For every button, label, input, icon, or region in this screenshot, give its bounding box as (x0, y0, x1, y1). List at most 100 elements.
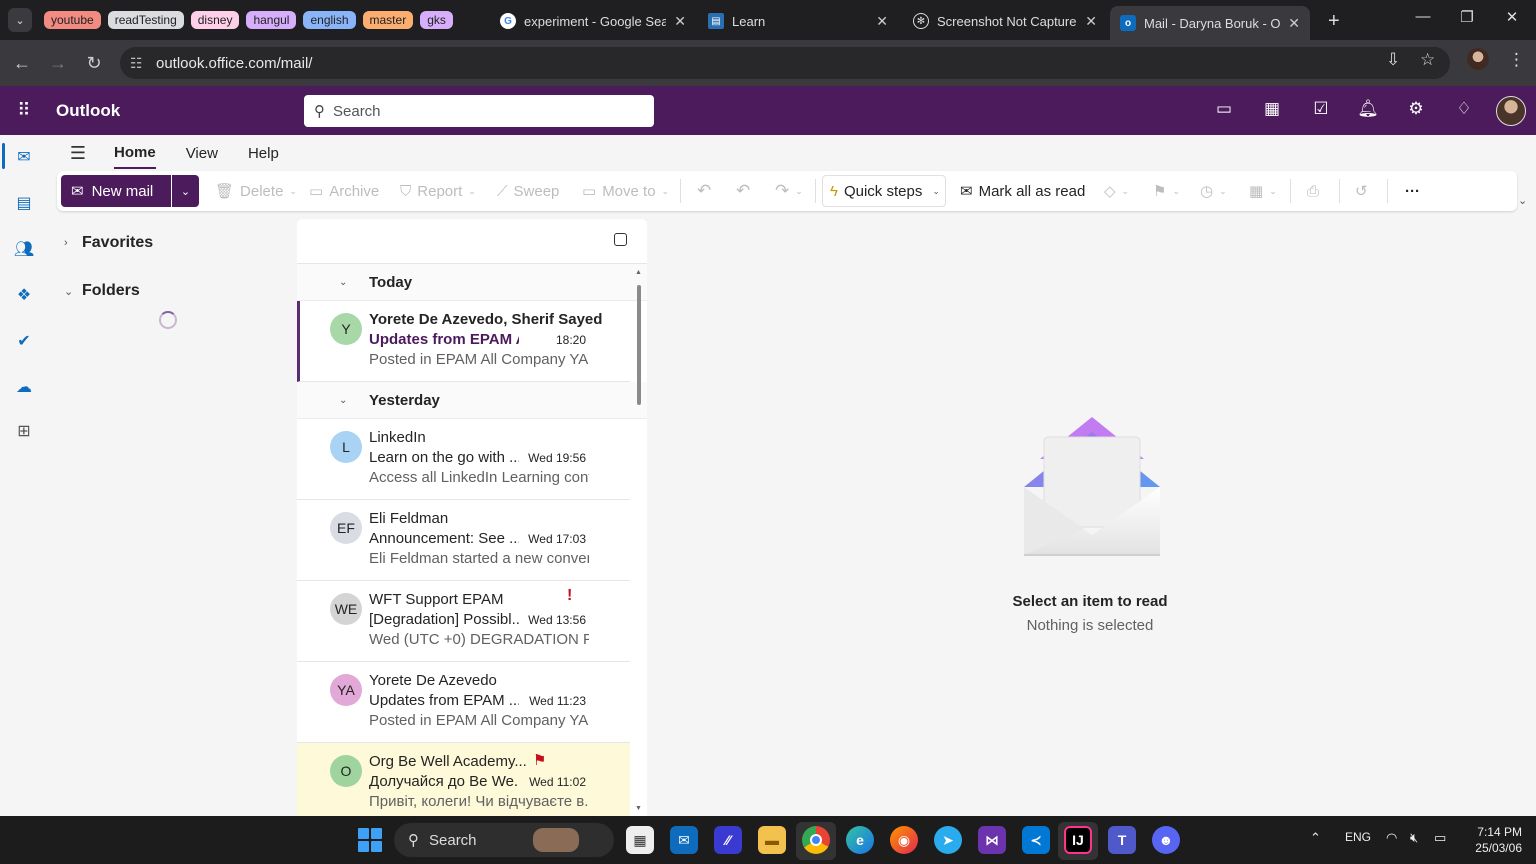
browser-tab[interactable]: ✻ Screenshot Not Captured ✕ (903, 6, 1107, 36)
intellij-icon[interactable]: IJ (1064, 826, 1092, 854)
list-item[interactable]: WE WFT Support EPAM ! [Degradation] Poss… (297, 581, 630, 662)
my-day-icon[interactable]: ☑ (1309, 99, 1333, 119)
wifi-icon[interactable]: ◠ (1386, 830, 1397, 846)
back-icon[interactable]: ← (4, 53, 40, 74)
search-input[interactable]: Search (333, 103, 381, 120)
tab-view[interactable]: View (186, 139, 218, 168)
show-hidden-icons[interactable]: ⌃ (1310, 830, 1321, 846)
undo-icon[interactable]: ↺ (1355, 175, 1368, 207)
tab-group-chip[interactable]: hangul (246, 11, 297, 29)
forward-mail-icon[interactable]: ↷ ⌄ (775, 175, 803, 207)
categorize-tag-icon[interactable]: ◇ ⌄ (1104, 175, 1129, 207)
flag-icon[interactable]: ⚑ ⌄ (1153, 175, 1180, 207)
restore-icon[interactable]: ❐ (1452, 8, 1482, 26)
account-avatar[interactable] (1496, 96, 1526, 126)
close-tab-icon[interactable]: ✕ (1085, 13, 1097, 30)
site-info-icon[interactable]: ☷ (130, 55, 156, 72)
battery-icon[interactable]: ▭ (1434, 830, 1446, 846)
install-app-icon[interactable]: ⇩ (1386, 50, 1400, 70)
bookmark-star-icon[interactable]: ☆ (1420, 50, 1435, 70)
new-mail-dropdown[interactable]: ⌄ (172, 175, 199, 207)
vscode-icon[interactable]: ≺ (1022, 826, 1050, 854)
scroll-down-icon[interactable]: ▼ (635, 805, 642, 812)
tab-group-chip[interactable]: disney (190, 11, 240, 29)
search-box[interactable]: ⚲ Search (304, 95, 654, 127)
list-item[interactable]: Y Yorete De Azevedo, Sherif Sayed Update… (297, 301, 630, 382)
tab-help[interactable]: Help (248, 139, 279, 168)
archive-button[interactable]: ▭ Archive (309, 175, 379, 207)
settings-gear-icon[interactable]: ⚙ (1404, 99, 1428, 119)
new-mail-button[interactable]: ✉ New mail (61, 175, 171, 207)
tab-group-chip[interactable]: youtube (44, 11, 101, 29)
forward-icon[interactable]: → (40, 53, 76, 74)
scroll-up-icon[interactable]: ▲ (635, 269, 642, 276)
microsoft-store-icon[interactable]: ▦ (626, 826, 654, 854)
onenote-icon[interactable]: ▦ (1260, 99, 1284, 119)
quick-steps-button[interactable]: ϟ Quick steps ⌄ (830, 175, 940, 207)
browser-menu-icon[interactable]: ⋮ (1508, 50, 1525, 70)
tab-search-dropdown[interactable]: ⌄ (8, 8, 32, 32)
reload-icon[interactable]: ↻ (76, 53, 112, 74)
snooze-clock-icon[interactable]: ◷ ⌄ (1200, 175, 1227, 207)
tab-group-chip[interactable]: readTesting (107, 11, 184, 29)
mail-app-icon[interactable]: ✉ (670, 826, 698, 854)
report-button[interactable]: ⛉ Report ⌄ (400, 175, 476, 207)
scrollbar-thumb[interactable] (637, 285, 641, 405)
notifications-bell-icon[interactable]: 🔔︎ (1356, 99, 1380, 119)
firefox-icon[interactable]: ◉ (890, 826, 918, 854)
teams-icon[interactable]: T (1108, 826, 1136, 854)
close-window-icon[interactable]: ✕ (1497, 8, 1527, 26)
browser-tab[interactable]: ▤ Learn ✕ (698, 6, 898, 36)
profile-avatar[interactable] (1467, 48, 1489, 70)
close-tab-icon[interactable]: ✕ (876, 13, 888, 30)
browser-tab-active[interactable]: o Mail - Daryna Boruk - Outlook ✕ (1110, 6, 1310, 40)
close-tab-icon[interactable]: ✕ (1288, 15, 1300, 32)
app-title[interactable]: Outlook (56, 101, 120, 121)
favorites-toggle[interactable]: › Favorites (64, 234, 153, 252)
group-header[interactable]: ⌄ Today (297, 264, 647, 301)
app-launcher-icon[interactable]: ⠿ (0, 100, 48, 121)
new-tab-button[interactable]: + (1318, 6, 1350, 36)
scrollbar[interactable]: ▲ ▼ (635, 267, 643, 816)
more-options-button[interactable]: ··· (1405, 175, 1420, 207)
reply-icon[interactable]: ↶ (697, 175, 711, 207)
move-to-button[interactable]: ▭ Move to ⌄ (582, 175, 669, 207)
print-icon[interactable]: ⎙ (1307, 175, 1319, 207)
folders-toggle[interactable]: ⌄ Folders (64, 282, 140, 300)
tab-group-chip[interactable]: english (303, 11, 356, 29)
tips-lightbulb-icon[interactable]: ♢ (1452, 99, 1476, 119)
list-item[interactable]: YA Yorete De Azevedo Updates from EPAM .… (297, 662, 630, 743)
powerautomate-icon[interactable]: ⁄⁄ (714, 826, 742, 854)
discord-icon[interactable]: ☻ (1152, 826, 1180, 854)
group-header[interactable]: ⌄ Yesterday (297, 382, 647, 419)
people-icon[interactable]: 👥︎ (12, 237, 36, 261)
onedrive-cloud-icon[interactable]: ☁ (12, 375, 36, 399)
list-item[interactable]: O Org Be Well Academy... ⚑ Долучайся до … (297, 743, 630, 816)
chevron-down-icon[interactable]: ⌄ (1518, 194, 1527, 207)
list-item[interactable]: EF Eli Feldman Announcement: See ... Wed… (297, 500, 630, 581)
windows-start-icon[interactable] (358, 828, 382, 852)
edge-icon[interactable]: e (846, 826, 874, 854)
telegram-icon[interactable]: ➤ (934, 826, 962, 854)
more-apps-icon[interactable]: ⊞ (12, 419, 36, 443)
flag-icon[interactable]: ⚑ (533, 751, 546, 769)
language-indicator[interactable]: ENG (1345, 830, 1371, 844)
system-clock[interactable]: 7:14 PM 25/03/06 (1466, 824, 1522, 856)
tab-group-chip[interactable]: master (362, 11, 414, 29)
volume-muted-icon[interactable]: 🔇︎ (1410, 830, 1418, 846)
minimize-icon[interactable]: — (1408, 8, 1438, 25)
chrome-icon[interactable] (802, 826, 830, 854)
file-explorer-icon[interactable]: ▬ (758, 826, 786, 854)
address-bar[interactable]: ☷ outlook.office.com/mail/ (120, 47, 1450, 79)
rules-icon[interactable]: ▦ ⌄ (1249, 175, 1277, 207)
hamburger-menu-icon[interactable]: ☰ (58, 143, 98, 164)
list-item[interactable]: L LinkedIn Learn on the go with ... Wed … (297, 419, 630, 500)
browser-tab[interactable]: G experiment - Google Search ✕ (490, 6, 696, 36)
groups-icon[interactable]: ❖ (12, 283, 36, 307)
select-mode-icon[interactable] (614, 233, 627, 246)
calendar-icon[interactable]: ▤ (12, 191, 36, 215)
taskbar-search[interactable]: ⚲ Search (394, 823, 614, 857)
mark-all-read-button[interactable]: ✉ Mark all as read (960, 175, 1085, 207)
mail-app-icon[interactable]: ✉ (12, 145, 36, 169)
meet-now-icon[interactable]: ▭ (1212, 99, 1236, 119)
